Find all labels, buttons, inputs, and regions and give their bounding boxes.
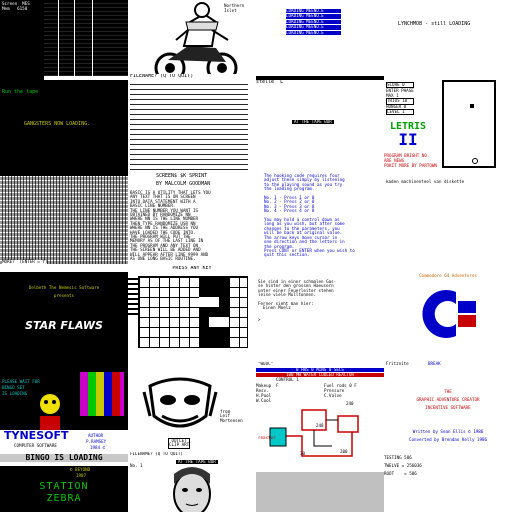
pixel-grid[interactable] bbox=[138, 276, 248, 348]
commodore-logo bbox=[422, 290, 476, 338]
station-word: STATION bbox=[39, 481, 89, 492]
bingo-wait-line: BINGO SET bbox=[2, 385, 25, 390]
press-any-key-prompt: PRESS ANY KEY bbox=[172, 266, 212, 271]
testing-line: TESTING 586 bbox=[384, 455, 412, 460]
tynesoft-sub: COMPUTER SOFTWARE bbox=[14, 443, 57, 448]
lynchmob-tile: LYNCHMOB - still LOADING bbox=[384, 0, 512, 90]
nemesis-presents: presents bbox=[53, 293, 75, 298]
hooking-side-text: kaden machinenteel van diskette bbox=[386, 179, 465, 184]
filename-prompt: FILENAME? (Q TO QUIT) bbox=[130, 74, 194, 79]
commodore-footer-left: Fritznite bbox=[386, 361, 409, 366]
stelle-tile: stelle L AT THE TAPE BUR bbox=[256, 80, 384, 176]
gac-credit: Converted by Brendan Kelly 1986 bbox=[408, 437, 488, 442]
menu-item[interactable]: LOADING MEENO.E bbox=[286, 24, 341, 30]
letris-numeral: II bbox=[398, 130, 418, 149]
testing-line: ROOT = 586 bbox=[384, 471, 417, 476]
german-prompt[interactable]: > bbox=[258, 317, 261, 322]
letris-hud: SCORE 0 ENTER PHASE MAX 1 TRIOS 10 HUNGE… bbox=[386, 82, 414, 116]
letris-playfield bbox=[442, 80, 496, 168]
reactor-label: W.Cool bbox=[256, 398, 272, 403]
filename-prompt: FILENAME? (Q TO QUIT) bbox=[130, 452, 183, 456]
memory-table bbox=[44, 0, 128, 80]
reactor-diagram bbox=[269, 409, 359, 457]
blank-grey-tile bbox=[256, 472, 384, 512]
reactor-core-label: reactor bbox=[258, 435, 276, 440]
commodore-footer-right: BREAK bbox=[428, 361, 441, 366]
tape-bar: AT THE TAPE BUR bbox=[292, 119, 334, 125]
clip-art-tile: OUTLET CLIP ART from Leif Mortensen bbox=[128, 372, 256, 452]
nemesis-line: Delbeth The Nemesis Software bbox=[28, 285, 100, 290]
bingo-wait-line: IS LOADING bbox=[2, 391, 28, 396]
menu-list: LOADING MEENO.E LOADING MEENO.E LOADING … bbox=[256, 8, 341, 36]
stelle-label: stelle L bbox=[256, 80, 284, 85]
blue-menu-tile: LOADING MEENO.E LOADING MEENO.E LOADING … bbox=[256, 0, 384, 90]
gac-line: GRAPHIC ADVENTURE CREATOR bbox=[416, 397, 480, 402]
tape-bar: AT THE TAPE BUR bbox=[176, 459, 218, 465]
lynchmob-status: LYNCHMOB - still LOADING bbox=[398, 21, 471, 27]
hooking-body: The hooking code requires four adjust th… bbox=[264, 173, 355, 258]
bingo-wait-line: PLEASE WAIT FOR bbox=[2, 379, 40, 384]
tynesoft-logo: TYNESOFT bbox=[4, 430, 69, 442]
hooking-code-tile: The hooking code requires four adjust th… bbox=[256, 172, 512, 272]
totem-mask-art bbox=[142, 377, 218, 428]
file-listing bbox=[130, 82, 248, 172]
commodore-tile: Commodore 64 Adventures Fritznite BREAK bbox=[384, 272, 512, 372]
testing-line: TWELVE = 256036 bbox=[384, 463, 422, 468]
star-flaws-tile: Delbeth The Nemesis Software presents ST… bbox=[0, 272, 128, 372]
bingo-loading-banner: BINGO IS LOADING bbox=[0, 453, 128, 463]
run-tape-prompt: Run the tape bbox=[2, 89, 39, 95]
gac-line: THE bbox=[444, 389, 452, 394]
clip-art-side: from Leif Mortensen bbox=[220, 409, 243, 423]
reactor-number: 200 bbox=[340, 449, 348, 454]
beyond-credit: © BEYOND bbox=[70, 467, 91, 472]
author-name: P.RAMSEY bbox=[86, 439, 107, 444]
press-any-key-tile: PRESS ANY KEY bbox=[128, 266, 256, 372]
character-icon bbox=[40, 394, 60, 432]
goodman-title: SCREEN$ $K SPRINT bbox=[156, 173, 208, 179]
commodore-title: Commodore 64 Adventures bbox=[419, 273, 477, 278]
letris-tile: SCORE 0 ENTER PHASE MAX 1 TRIOS 10 HUNGE… bbox=[384, 80, 512, 176]
bingo-card bbox=[80, 372, 124, 416]
clip-art-caption: OUTLET CLIP ART bbox=[168, 438, 191, 449]
zebra-word: ZEBRA bbox=[46, 493, 82, 504]
reactor-number: 240 bbox=[346, 401, 354, 406]
grey-listing-tile: MORE? (ENTER = Y) bbox=[0, 176, 128, 272]
station-zebra-tile: © BEYOND 1987 STATION ZEBRA bbox=[0, 466, 128, 512]
author-label: AUTHOR bbox=[88, 433, 104, 438]
star-flaws-title: STAR FLAWS bbox=[25, 319, 103, 332]
reactor-tile: "WOOC" 0 HRS 0 MINS 0 SECS 100 MW WATER … bbox=[256, 362, 384, 472]
screen-mem-tile: Screen MES Mem 6150 bbox=[0, 0, 128, 90]
gac-credit: Written by Sean Ellis © 1986 bbox=[412, 429, 484, 434]
gac-tile: THE GRAPHIC ADVENTURE CREATOR INCENTIVE … bbox=[384, 372, 512, 452]
goodman-author: BY MALCOLM GOODMAN bbox=[156, 181, 211, 187]
motorbike-caption-mid: Islet bbox=[224, 8, 237, 13]
beyond-year: 1987 bbox=[76, 473, 87, 478]
menu-item[interactable]: LOADING MEENO.E bbox=[286, 30, 341, 36]
gangsters-loading-status: GANGSTERS NOW LOADING. bbox=[24, 121, 91, 127]
more-prompt: MORE? (ENTER = Y) bbox=[2, 259, 48, 265]
goodman-body: BASIC IS A UTILITY THAT LETS YOU ANY TEX… bbox=[130, 190, 211, 262]
reactor-number: 30 bbox=[300, 451, 306, 456]
author-year: 1984 © bbox=[90, 445, 106, 450]
filename-list-tile: FILENAME? (Q TO QUIT) bbox=[128, 74, 256, 176]
gac-line: INCENTIVE SOFTWARE bbox=[425, 405, 471, 410]
letris-credit: POKIT MORE BY PARTOWN bbox=[384, 163, 437, 168]
screen-mem-line-2: Mem 6150 bbox=[2, 6, 28, 11]
grid-side-panel bbox=[128, 278, 138, 318]
file-number: No. 1 bbox=[130, 463, 143, 468]
reactor-controls[interactable]: CONTROL 1 bbox=[276, 377, 299, 382]
german-body: Sie sind in einer schmalen Gas- se hinte… bbox=[258, 279, 337, 311]
goodman-tile: SCREEN$ $K SPRINT BY MALCOLM GOODMAN BAS… bbox=[128, 172, 256, 272]
german-text-tile: Sie sind in einer schmalen Gas- se hinte… bbox=[256, 272, 384, 372]
portrait-face bbox=[173, 467, 211, 512]
testing-tile: TESTING 586 TWELVE = 256036 ROOT = 586 bbox=[384, 452, 512, 512]
letris-hud-line: LEVEL 1 bbox=[386, 109, 414, 116]
reactor-right-label: C.Valve bbox=[324, 393, 342, 398]
gangsters-tile: Run the tape GANGSTERS NOW LOADING. bbox=[0, 80, 128, 176]
reactor-number: 248 bbox=[316, 423, 324, 428]
reactor-top-label: "WOOC" bbox=[258, 362, 274, 366]
